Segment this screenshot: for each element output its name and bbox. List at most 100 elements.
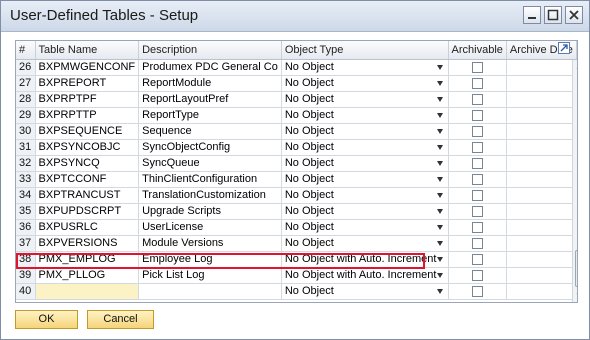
table-row[interactable]: 33 BXPTCCONF ThinClientConfiguration No Obj…: [16, 171, 577, 188]
table-name-cell[interactable]: PMX_EMPLOG: [35, 251, 140, 268]
table-name-cell[interactable]: PMX_PLLOG: [35, 267, 140, 284]
archive-date-cell[interactable]: [506, 107, 577, 124]
description-cell[interactable]: Sequence: [138, 123, 282, 140]
table-row[interactable]: 38 PMX_EMPLOG Employee Log No Object with A…: [16, 251, 577, 268]
table-row[interactable]: 27 BXPREPORT ReportModule No Object: [16, 75, 577, 92]
archivable-checkbox[interactable]: [471, 158, 483, 169]
table-row[interactable]: 37 BXPVERSIONS Module Versions No Object: [16, 235, 577, 252]
description-cell[interactable]: ReportModule: [138, 75, 282, 92]
table-name-cell[interactable]: BXPRPTPF: [35, 91, 140, 108]
column-header-table-name[interactable]: Table Name: [35, 41, 140, 60]
close-button[interactable]: [565, 6, 583, 24]
dropdown-arrow-icon[interactable]: [436, 225, 443, 230]
object-type-cell[interactable]: No Object: [281, 123, 449, 140]
table-name-cell[interactable]: BXPUPDSCRPT: [35, 203, 140, 220]
archive-date-cell[interactable]: [506, 187, 577, 204]
table-name-cell[interactable]: BXPTCCONF: [35, 171, 140, 188]
archive-date-cell[interactable]: [506, 203, 577, 220]
archivable-checkbox[interactable]: [471, 62, 483, 73]
table-row[interactable]: 35 BXPUPDSCRPT Upgrade Scripts No Object: [16, 203, 577, 220]
archivable-checkbox[interactable]: [471, 94, 483, 105]
archive-date-cell[interactable]: [506, 75, 577, 92]
dropdown-arrow-icon[interactable]: [436, 289, 443, 294]
archive-date-cell[interactable]: [506, 283, 577, 300]
table-row[interactable]: 29 BXPRPTTP ReportType No Object: [16, 107, 577, 124]
description-cell[interactable]: Module Versions: [138, 235, 282, 252]
column-header-number[interactable]: #: [16, 41, 36, 60]
dropdown-arrow-icon[interactable]: [436, 65, 443, 70]
minimize-button[interactable]: [523, 6, 541, 24]
table-row[interactable]: 26 BXPMWGENCONF Produmex PDC General Co No …: [16, 59, 577, 76]
dropdown-arrow-icon[interactable]: [436, 273, 443, 278]
column-header-description[interactable]: Description: [138, 41, 282, 60]
description-cell[interactable]: Upgrade Scripts: [138, 203, 282, 220]
archivable-checkbox[interactable]: [471, 190, 483, 201]
archive-date-cell[interactable]: [506, 171, 577, 188]
scrollbar-thumb[interactable]: [575, 250, 577, 287]
description-cell[interactable]: ReportType: [138, 107, 282, 124]
object-type-cell[interactable]: No Object with Auto. Increment: [281, 251, 449, 268]
object-type-cell[interactable]: No Object: [281, 59, 449, 76]
description-cell[interactable]: SyncObjectConfig: [138, 139, 282, 156]
object-type-cell[interactable]: No Object: [281, 75, 449, 92]
table-row[interactable]: 30 BXPSEQUENCE Sequence No Object: [16, 123, 577, 140]
table-row[interactable]: 36 BXPUSRLC UserLicense No Object: [16, 219, 577, 236]
object-type-cell[interactable]: No Object: [281, 139, 449, 156]
description-cell[interactable]: UserLicense: [138, 219, 282, 236]
vertical-scrollbar[interactable]: [572, 60, 577, 302]
archive-date-cell[interactable]: [506, 235, 577, 252]
dropdown-arrow-icon[interactable]: [436, 97, 443, 102]
object-type-cell[interactable]: No Object: [281, 283, 449, 300]
table-row[interactable]: 31 BXPSYNCOBJC SyncObjectConfig No Object: [16, 139, 577, 156]
archive-date-cell[interactable]: [506, 59, 577, 76]
scroll-up-button[interactable]: [573, 60, 577, 75]
dropdown-arrow-icon[interactable]: [436, 177, 443, 182]
table-name-cell[interactable]: BXPSYNCQ: [35, 155, 140, 172]
archive-date-cell[interactable]: [506, 219, 577, 236]
table-row[interactable]: 32 BXPSYNCQ SyncQueue No Object: [16, 155, 577, 172]
table-row[interactable]: 34 BXPTRANCUST TranslationCustomization No …: [16, 187, 577, 204]
table-name-cell[interactable]: BXPUSRLC: [35, 219, 140, 236]
archivable-checkbox[interactable]: [471, 142, 483, 153]
scroll-down-button[interactable]: [573, 287, 577, 302]
dropdown-arrow-icon[interactable]: [436, 193, 443, 198]
column-header-object-type[interactable]: Object Type: [281, 41, 449, 60]
table-name-cell[interactable]: BXPSYNCOBJC: [35, 139, 140, 156]
ok-button[interactable]: OK: [15, 310, 78, 329]
archive-date-cell[interactable]: [506, 123, 577, 140]
description-cell[interactable]: Pick List Log: [138, 267, 282, 284]
table-row[interactable]: 39 PMX_PLLOG Pick List Log No Object with A…: [16, 267, 577, 284]
object-type-cell[interactable]: No Object: [281, 171, 449, 188]
table-row[interactable]: 28 BXPRPTPF ReportLayoutPref No Object: [16, 91, 577, 108]
archivable-checkbox[interactable]: [471, 206, 483, 217]
table-name-cell[interactable]: BXPVERSIONS: [35, 235, 140, 252]
column-header-archivable[interactable]: Archivable: [448, 41, 507, 60]
archivable-checkbox[interactable]: [471, 110, 483, 121]
description-cell[interactable]: Produmex PDC General Co: [138, 59, 282, 76]
object-type-cell[interactable]: No Object: [281, 219, 449, 236]
archivable-checkbox[interactable]: [471, 126, 483, 137]
object-type-cell[interactable]: No Object: [281, 91, 449, 108]
archive-date-cell[interactable]: [506, 251, 577, 268]
dropdown-arrow-icon[interactable]: [436, 209, 443, 214]
dropdown-arrow-icon[interactable]: [436, 81, 443, 86]
archivable-checkbox[interactable]: [471, 238, 483, 249]
dropdown-arrow-icon[interactable]: [436, 129, 443, 134]
dropdown-arrow-icon[interactable]: [436, 145, 443, 150]
cancel-button[interactable]: Cancel: [87, 310, 154, 329]
description-cell[interactable]: ThinClientConfiguration: [138, 171, 282, 188]
description-cell[interactable]: SyncQueue: [138, 155, 282, 172]
table-name-cell[interactable]: [35, 283, 140, 300]
dropdown-arrow-icon[interactable]: [436, 161, 443, 166]
table-name-cell[interactable]: BXPSEQUENCE: [35, 123, 140, 140]
description-cell[interactable]: ReportLayoutPref: [138, 91, 282, 108]
object-type-cell[interactable]: No Object: [281, 187, 449, 204]
maximize-button[interactable]: [544, 6, 562, 24]
table-name-cell[interactable]: BXPMWGENCONF: [35, 59, 140, 76]
description-cell[interactable]: TranslationCustomization: [138, 187, 282, 204]
archivable-checkbox[interactable]: [471, 270, 483, 281]
object-type-cell[interactable]: No Object: [281, 155, 449, 172]
dropdown-arrow-icon[interactable]: [436, 257, 443, 262]
description-cell[interactable]: Employee Log: [138, 251, 282, 268]
object-type-cell[interactable]: No Object: [281, 107, 449, 124]
